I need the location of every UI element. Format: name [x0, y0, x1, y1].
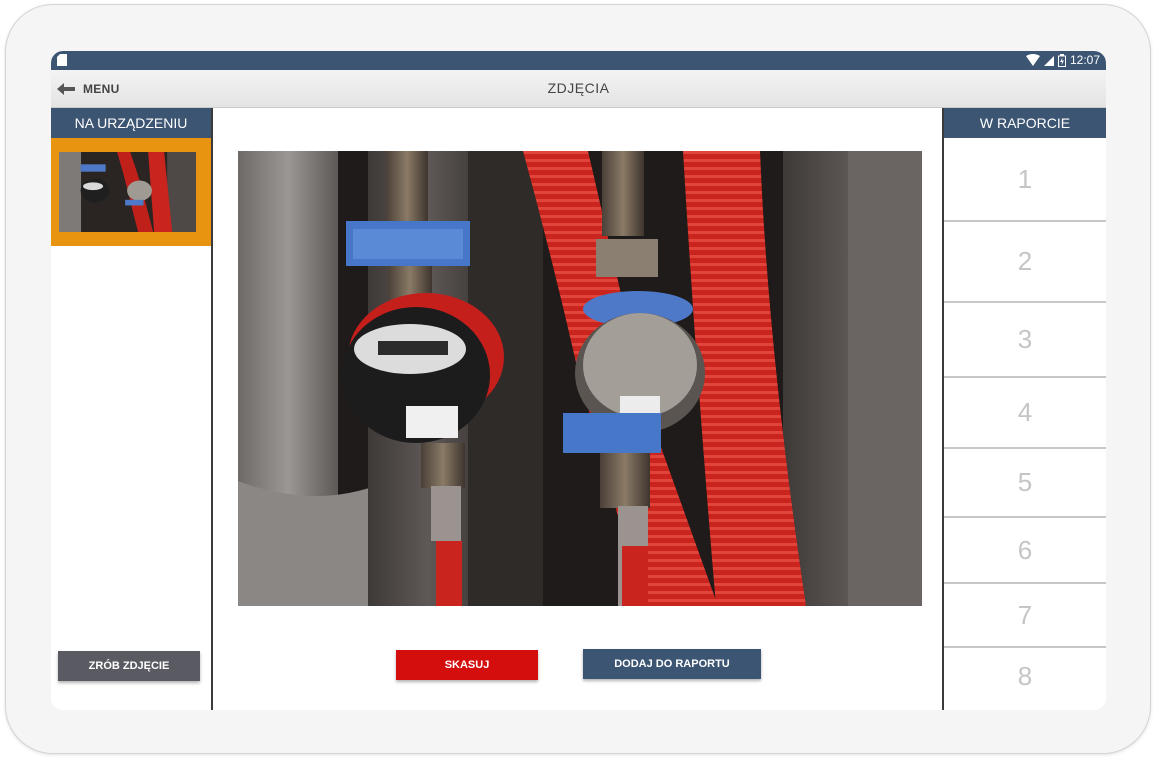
delete-button[interactable]: SKASUJ [396, 650, 538, 680]
status-time: 12:07 [1069, 53, 1100, 67]
page-title: ZDJĘCIA [547, 80, 610, 96]
thumbnail-image [59, 152, 196, 232]
status-bar: 12:07 [51, 51, 1106, 70]
device-photos-panel: NA URZĄDZENIU ZRÓB ZDJĘCIE [51, 108, 213, 710]
preview-photo [238, 151, 922, 606]
report-slot[interactable]: 8 [944, 648, 1106, 710]
report-slot[interactable]: 6 [944, 518, 1106, 584]
menu-label: MENU [83, 81, 120, 96]
app-bar: ZDJĘCIA MENU [51, 70, 1106, 108]
report-panel-header: W RAPORCIE [944, 108, 1106, 138]
wifi-icon [1025, 54, 1040, 66]
add-to-report-button[interactable]: DODAJ DO RAPORTU [583, 649, 761, 679]
report-slot[interactable]: 3 [944, 303, 1106, 378]
take-photo-button[interactable]: ZRÓB ZDJĘCIE [58, 651, 200, 681]
back-menu-button[interactable]: MENU [57, 70, 120, 107]
battery-icon [1057, 53, 1066, 67]
report-slot[interactable]: 7 [944, 584, 1106, 648]
report-slot[interactable]: 5 [944, 449, 1106, 518]
signal-icon [1043, 56, 1054, 66]
photo-preview-area: SKASUJ DODAJ DO RAPORTU [213, 108, 942, 710]
photo-thumbnail[interactable] [51, 138, 211, 246]
device-photos-header: NA URZĄDZENIU [51, 108, 211, 138]
report-slot[interactable]: 2 [944, 222, 1106, 303]
app-screen: 12:07 ZDJĘCIA MENU NA URZĄDZENIU ZRÓB ZD… [51, 51, 1106, 710]
report-slot[interactable]: 1 [944, 138, 1106, 222]
back-arrow-icon [57, 82, 75, 95]
report-panel: W RAPORCIE 1 2 3 4 5 6 7 8 [942, 108, 1106, 710]
report-slot[interactable]: 4 [944, 378, 1106, 449]
sd-card-icon [57, 54, 67, 66]
